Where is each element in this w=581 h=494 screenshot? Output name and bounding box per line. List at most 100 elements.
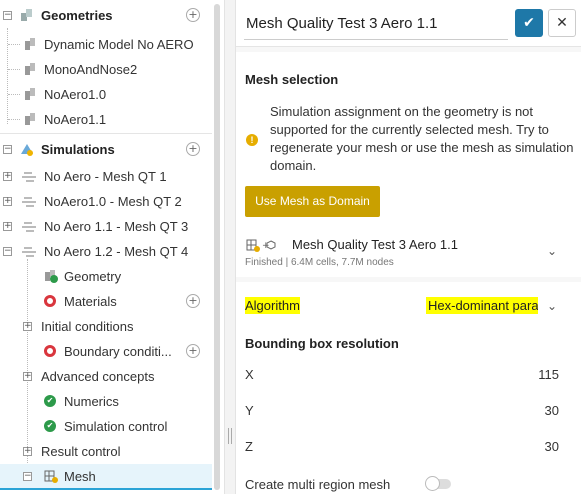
tree-item-simulation[interactable]: + NoAero1.0 - Mesh QT 2 xyxy=(0,189,212,214)
selected-mesh-name[interactable]: Mesh Quality Test 3 Aero 1.1 xyxy=(292,237,458,252)
tree-item-label: NoAero1.0 xyxy=(44,87,107,102)
tree-item-numerics[interactable]: ✔ Numerics xyxy=(0,389,212,414)
tree-item-geometry[interactable]: MonoAndNose2 xyxy=(0,57,212,82)
geometry-icon xyxy=(25,113,35,125)
scrollbar-thumb[interactable] xyxy=(214,4,220,490)
expand-toggle[interactable]: + xyxy=(23,322,32,331)
tree-scrollbar[interactable] xyxy=(214,4,220,490)
simulation-run-icon xyxy=(22,247,36,257)
tree-item-label: Initial conditions xyxy=(41,319,134,334)
algorithm-label: Algorithm xyxy=(245,297,300,314)
field-label: Z xyxy=(245,439,253,454)
tree-item-simulation[interactable]: + No Aero - Mesh QT 1 xyxy=(0,164,212,189)
tree-item-initial-conditions[interactable]: + Initial conditions xyxy=(0,314,212,339)
tree-item-label: Result control xyxy=(41,444,121,459)
multi-region-label: Create multi region mesh xyxy=(245,477,391,492)
check-status-icon: ✔ xyxy=(44,395,56,407)
simulation-run-icon xyxy=(22,197,36,207)
warning-message: Simulation assignment on the geometry is… xyxy=(270,104,574,173)
close-icon: ✕ xyxy=(556,15,568,31)
panel-body: Mesh selection ! Simulation assignment o… xyxy=(236,46,581,494)
section-title: Mesh selection xyxy=(245,72,339,87)
field-label: X xyxy=(245,367,254,382)
tree-item-geometry[interactable]: NoAero1.0 xyxy=(0,82,212,107)
mesh-icon xyxy=(246,239,260,252)
tree-item-materials[interactable]: Materials + xyxy=(0,289,212,314)
field-label: Y xyxy=(245,403,254,418)
drag-handle-icon[interactable] xyxy=(228,428,232,444)
expand-toggle[interactable]: + xyxy=(3,172,12,181)
tree-item-label: MonoAndNose2 xyxy=(44,62,138,77)
add-geometry-icon[interactable]: + xyxy=(186,8,200,22)
geometry-icon xyxy=(25,63,35,75)
y-field[interactable]: Y 30 xyxy=(245,400,559,424)
mesh-icon xyxy=(44,470,58,483)
add-material-icon[interactable]: + xyxy=(186,294,200,308)
tree-item-label: Simulation control xyxy=(64,419,168,434)
panel-splitter[interactable] xyxy=(224,0,236,494)
tree-item-mesh[interactable]: − Mesh xyxy=(0,464,212,490)
check-status-icon: ✔ xyxy=(44,420,56,432)
z-field[interactable]: Z 30 xyxy=(245,436,559,460)
error-status-icon xyxy=(44,345,56,357)
field-value[interactable]: 30 xyxy=(545,439,559,454)
geometry-icon xyxy=(45,270,58,283)
warning-icon: ! xyxy=(246,134,258,146)
selected-mesh-meta: Finished | 6.4M cells, 7.7M nodes xyxy=(245,257,394,268)
collapse-toggle[interactable]: − xyxy=(3,11,12,20)
geometry-icon xyxy=(21,9,32,21)
plus-hexagon-icon: + xyxy=(262,240,276,250)
algorithm-select[interactable]: Hex-dominant parametric xyxy=(426,297,538,314)
project-tree: − Geometries + Dynamic Model No AERO Mon… xyxy=(0,0,212,494)
tree-section-geometries[interactable]: − Geometries + xyxy=(0,3,212,28)
expand-toggle[interactable]: + xyxy=(23,372,32,381)
mesh-selection-card: Mesh selection ! Simulation assignment o… xyxy=(236,52,581,277)
simulation-run-icon xyxy=(22,172,36,182)
mesh-name-input[interactable] xyxy=(244,8,508,40)
tree-item-simulation-control[interactable]: ✔ Simulation control xyxy=(0,414,212,439)
tree-item-advanced-concepts[interactable]: + Advanced concepts xyxy=(0,364,212,389)
add-boundary-condition-icon[interactable]: + xyxy=(186,344,200,358)
tree-item-label: Dynamic Model No AERO xyxy=(44,37,194,52)
add-simulation-icon[interactable]: + xyxy=(186,142,200,156)
expand-toggle[interactable]: + xyxy=(3,222,12,231)
use-mesh-as-domain-button[interactable]: Use Mesh as Domain xyxy=(245,186,380,217)
tree-item-simulation[interactable]: − No Aero 1.2 - Mesh QT 4 xyxy=(0,239,212,264)
x-field[interactable]: X 115 xyxy=(245,364,559,388)
error-status-icon xyxy=(44,295,56,307)
tree-section-simulations[interactable]: − Simulations + xyxy=(0,137,212,162)
geometry-icon xyxy=(25,88,35,100)
tree-item-geometry-child[interactable]: Geometry xyxy=(0,264,212,289)
tree-item-result-control[interactable]: + Result control xyxy=(0,439,212,464)
collapse-toggle[interactable]: − xyxy=(3,247,12,256)
tree-item-label: No Aero 1.1 - Mesh QT 3 xyxy=(44,219,189,234)
collapse-toggle[interactable]: − xyxy=(23,472,32,481)
section-title: Bounding box resolution xyxy=(245,336,399,351)
tree-item-simulation[interactable]: + No Aero 1.1 - Mesh QT 3 xyxy=(0,214,212,239)
multi-region-toggle[interactable] xyxy=(425,476,451,491)
tree-item-boundary-conditions[interactable]: Boundary conditi... + xyxy=(0,339,212,364)
field-value[interactable]: 115 xyxy=(538,367,559,382)
toggle-knob[interactable] xyxy=(425,476,440,491)
mesh-settings-card: Algorithm Hex-dominant parametric ⌄ Boun… xyxy=(236,282,581,494)
tree-item-geometry[interactable]: Dynamic Model No AERO xyxy=(0,32,212,57)
tree-item-label: Geometry xyxy=(64,269,122,284)
tree-item-label: No Aero - Mesh QT 1 xyxy=(44,169,167,184)
close-button[interactable]: ✕ xyxy=(548,9,576,37)
geometry-icon xyxy=(25,38,35,50)
simulation-run-icon xyxy=(22,222,36,232)
check-icon: ✔ xyxy=(523,15,535,31)
tree-item-label: NoAero1.1 xyxy=(44,112,107,127)
field-value[interactable]: 30 xyxy=(545,403,559,418)
simulation-icon xyxy=(21,144,33,156)
tree-item-geometry[interactable]: NoAero1.1 xyxy=(0,107,212,132)
collapse-toggle[interactable]: − xyxy=(3,145,12,154)
expand-toggle[interactable]: + xyxy=(3,197,12,206)
divider xyxy=(0,133,212,134)
confirm-button[interactable]: ✔ xyxy=(515,9,543,37)
chevron-down-icon[interactable]: ⌄ xyxy=(547,244,557,258)
tree-item-label: Boundary conditi... xyxy=(64,344,172,359)
chevron-down-icon[interactable]: ⌄ xyxy=(547,299,557,313)
expand-toggle[interactable]: + xyxy=(23,447,32,456)
tree-item-label: Advanced concepts xyxy=(41,369,155,384)
